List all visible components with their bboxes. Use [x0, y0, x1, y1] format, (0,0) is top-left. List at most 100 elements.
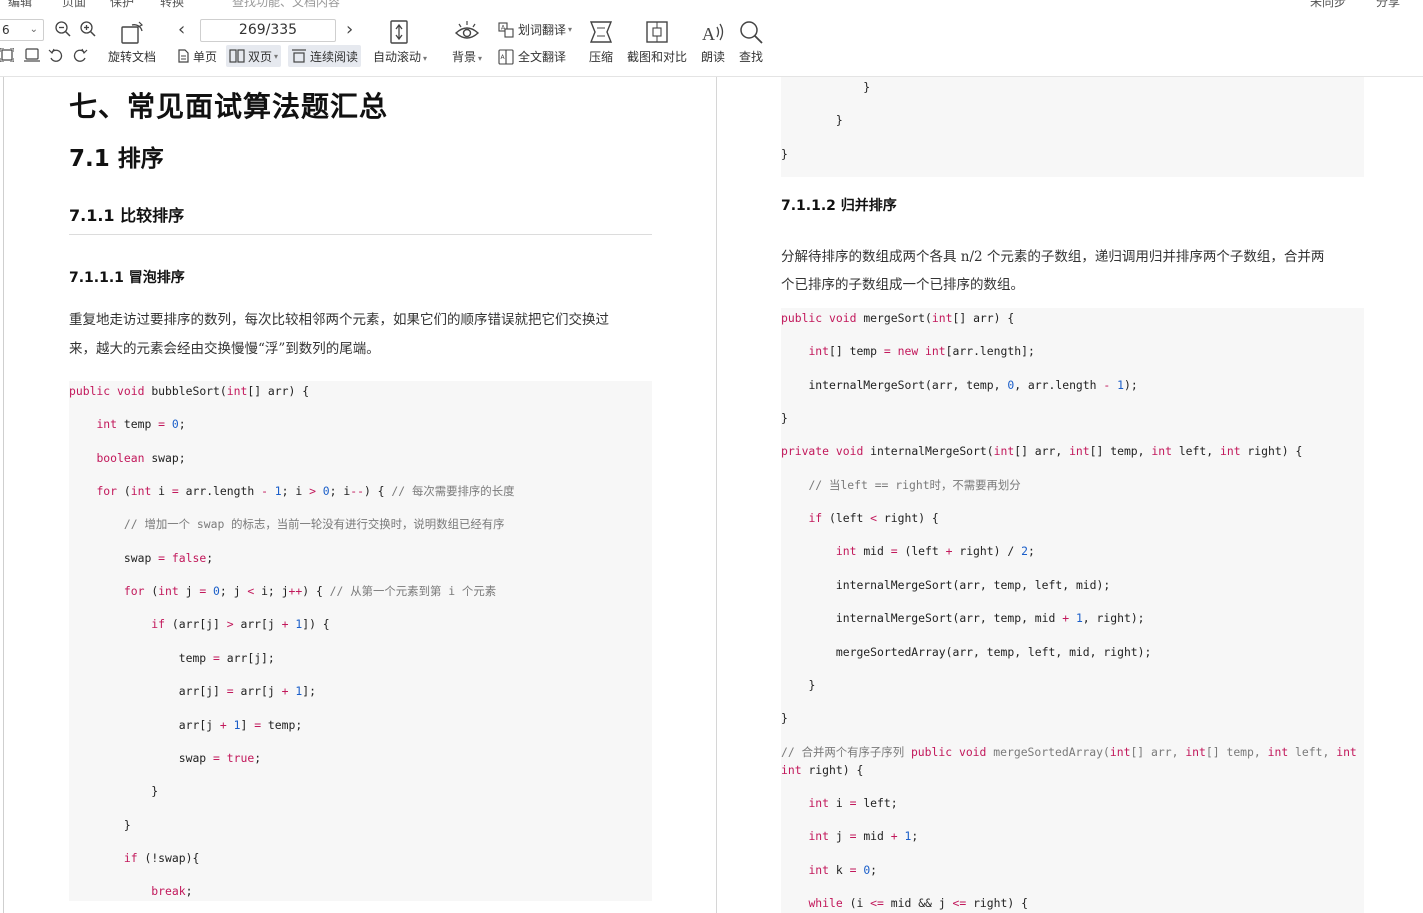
- code-line: }: [781, 711, 788, 725]
- code-line: }: [808, 678, 816, 692]
- rotate-right-button[interactable]: [72, 48, 88, 62]
- code-line: // 当left == right时，不需要再划分: [808, 478, 1021, 492]
- heading-rule: [69, 234, 652, 235]
- chevron-down-icon: ▾: [568, 25, 573, 34]
- fit-page-button[interactable]: [0, 48, 14, 62]
- read-aloud-button[interactable]: A 朗读: [700, 19, 726, 65]
- chevron-down-icon: ▾: [423, 54, 428, 63]
- code-line: temp = arr[j];: [178, 651, 275, 665]
- double-page-button[interactable]: 双页 ▾: [226, 45, 282, 67]
- code-line: if (left < right) {: [808, 511, 939, 525]
- single-page-button[interactable]: 单页: [174, 45, 220, 67]
- auto-scroll-label: 自动滚动: [373, 50, 422, 64]
- screenshot-compare-label: 截图和对比: [627, 50, 688, 64]
- code-block: } }}: [781, 77, 1364, 177]
- svg-text:A: A: [702, 24, 715, 44]
- subsection-title: 7.1.1 比较排序: [69, 206, 185, 225]
- fit-page-icon: [0, 48, 14, 62]
- page-divider: [716, 77, 717, 913]
- rotate-left-button[interactable]: [48, 48, 64, 62]
- menu-tab-protect[interactable]: 保护: [110, 0, 134, 10]
- zoom-in-icon: [80, 21, 96, 37]
- rotate-document-icon: [121, 21, 144, 44]
- code-line: swap = false;: [123, 551, 214, 565]
- read-aloud-icon: A: [702, 23, 724, 44]
- word-translate-button[interactable]: A 划词翻译 ▾: [498, 21, 572, 38]
- code-line: boolean swap;: [96, 451, 186, 465]
- code-line: }: [781, 147, 788, 161]
- background-label: 背景: [452, 50, 477, 64]
- continuous-read-label: 连续阅读: [310, 49, 359, 64]
- single-page-label: 单页: [193, 49, 218, 64]
- page-number-input[interactable]: 269/335: [200, 19, 336, 42]
- menu-search-field[interactable]: 查找功能、文档内容: [232, 0, 340, 10]
- code-line: }: [151, 784, 159, 798]
- sync-status[interactable]: 未同步: [1310, 0, 1346, 10]
- code-line: int k = 0;: [808, 863, 878, 877]
- menu-tab-convert[interactable]: 转换: [160, 0, 184, 10]
- auto-scroll-button[interactable]: 自动滚动 ▾: [373, 19, 427, 65]
- code-line: arr[j + 1] = temp;: [178, 718, 303, 732]
- chevron-down-icon: ▾: [478, 54, 483, 63]
- find-button[interactable]: 查找: [738, 19, 764, 65]
- code-line: // 增加一个 swap 的标志，当前一轮没有进行交换时，说明数组已经有序: [123, 517, 505, 531]
- code-line: // 合并两个有序子序列 public void mergeSortedArra…: [781, 745, 1364, 759]
- code-line: if (!swap){: [123, 851, 200, 865]
- eye-icon: [454, 21, 480, 39]
- background-button[interactable]: 背景 ▾: [452, 19, 482, 65]
- fit-width-icon: [24, 48, 40, 62]
- fit-width-button[interactable]: [24, 48, 40, 62]
- compress-label: 压缩: [588, 50, 613, 64]
- full-translate-button[interactable]: A 全文翻译: [498, 48, 566, 65]
- translate-icon: A: [498, 21, 514, 38]
- zoom-value: 6: [2, 23, 10, 37]
- zoom-select[interactable]: 6 ⌄: [0, 19, 44, 41]
- section-title: 7.1 排序: [69, 146, 164, 172]
- continuous-read-button[interactable]: 连续阅读: [288, 45, 362, 67]
- screenshot-icon: [646, 21, 668, 43]
- double-page-icon: [229, 49, 245, 63]
- rotate-document-label: 旋转文档: [108, 50, 157, 64]
- code-line: public void mergeSort(int[] arr) {: [781, 311, 1015, 325]
- code-line: break;: [151, 884, 193, 898]
- read-aloud-label: 朗读: [700, 50, 725, 64]
- code-line: int temp = 0;: [96, 417, 186, 431]
- rotate-right-icon: [73, 48, 88, 62]
- toolbar: 编辑 页面 保护 转换 查找功能、文档内容 未同步 分享 6 ⌄ 旋转文档 ‹ …: [0, 0, 1423, 77]
- menu-tab-edit[interactable]: 编辑: [8, 0, 32, 10]
- svg-text:A: A: [501, 54, 506, 61]
- rotate-document-button[interactable]: 旋转文档: [108, 19, 156, 65]
- single-page-icon: [178, 49, 189, 63]
- code-line: public void bubbleSort(int[] arr) {: [69, 384, 310, 398]
- prev-page-button[interactable]: ‹: [178, 19, 185, 41]
- auto-scroll-icon: [390, 20, 408, 44]
- menu-tab-page[interactable]: 页面: [62, 0, 86, 10]
- code-line: int[] temp = new int[arr.length];: [808, 344, 1035, 358]
- zoom-in-button[interactable]: [79, 20, 97, 38]
- search-icon: [740, 21, 763, 44]
- code-line: int j = mid + 1;: [808, 829, 919, 843]
- code-line: internalMergeSort(arr, temp, left, mid);: [835, 578, 1111, 592]
- zoom-out-icon: [55, 21, 71, 37]
- code-line: for (int i = arr.length - 1; i > 0; i--)…: [96, 484, 515, 498]
- continuous-read-icon: [292, 49, 306, 63]
- code-line: if (arr[j] > arr[j + 1]) {: [151, 617, 330, 631]
- code-line: }: [863, 80, 871, 94]
- code-line: private void internalMergeSort(int[] arr…: [781, 444, 1303, 458]
- code-line: }: [123, 818, 131, 832]
- page-edge: [3, 77, 4, 913]
- code-line: swap = true;: [178, 751, 262, 765]
- code-line: internalMergeSort(arr, temp, mid + 1, ri…: [835, 611, 1145, 625]
- next-page-button[interactable]: ›: [346, 19, 353, 41]
- code-line: internalMergeSort(arr, temp, 0, arr.leng…: [808, 378, 1138, 392]
- zoom-out-button[interactable]: [54, 20, 72, 38]
- compress-icon: [589, 21, 613, 43]
- share-button[interactable]: 分享: [1376, 0, 1400, 10]
- screenshot-compare-button[interactable]: 截图和对比: [627, 19, 687, 65]
- compress-button[interactable]: 压缩: [588, 19, 614, 65]
- code-line: int mid = (left + right) / 2;: [835, 544, 1035, 558]
- paragraph-line: 个已排序的子数组成一个已排序的数组。: [781, 277, 1024, 293]
- document-viewer[interactable]: 七、常见面试算法题汇总 7.1 排序 7.1.1 比较排序 7.1.1.1 冒泡…: [0, 77, 1423, 913]
- chevron-down-icon: ⌄: [29, 24, 38, 35]
- code-line: mergeSortedArray(arr, temp, left, mid, r…: [835, 645, 1152, 659]
